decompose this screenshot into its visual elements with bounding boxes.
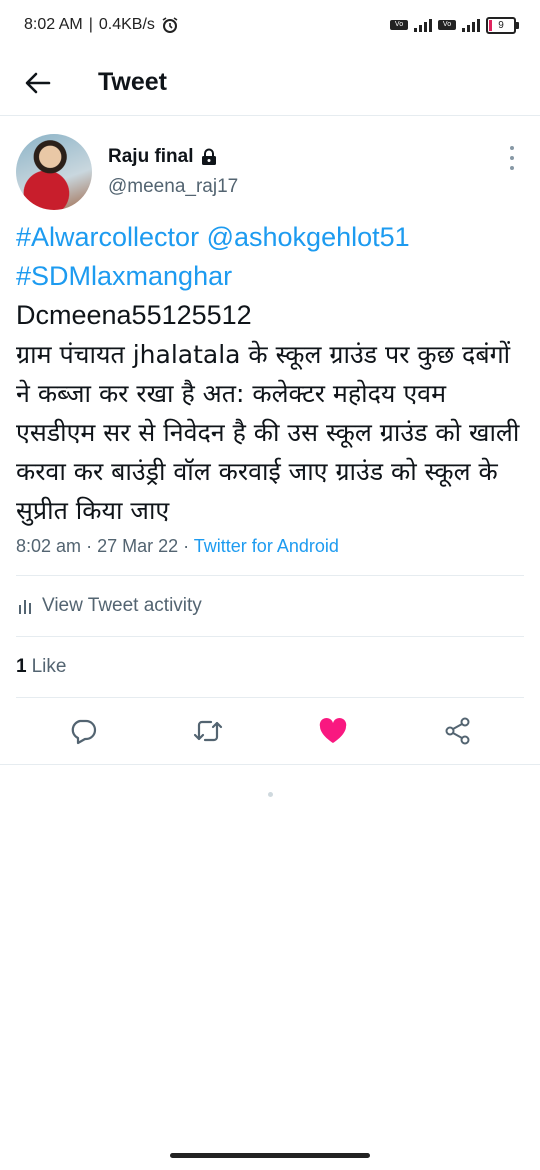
like-label: Like [31, 656, 67, 677]
hashtag-link[interactable]: #Alwarcollector [16, 222, 199, 252]
tweet-text: #Alwarcollector @ashokgehlot51 #SDMlaxma… [0, 218, 540, 530]
author-name-text: Raju final [108, 146, 194, 167]
home-indicator[interactable] [170, 1153, 370, 1158]
like-count: 1 [16, 656, 27, 677]
volte-icon: Vo [390, 20, 408, 30]
reply-icon [71, 719, 96, 745]
signal-icon [414, 18, 432, 32]
heart-icon [319, 718, 346, 743]
status-right: Vo Vo 9 [390, 16, 519, 34]
battery-icon: 9 [486, 16, 519, 34]
page-title: Tweet [98, 68, 167, 96]
alarm-icon [162, 17, 178, 33]
author-name[interactable]: Raju final [108, 146, 218, 168]
more-options-button[interactable] [506, 146, 518, 170]
tweet-line-2: #SDMlaxmanghar [16, 257, 524, 296]
tweet-actions [0, 698, 540, 764]
signal-icon-2 [462, 18, 480, 32]
top-app-bar: Tweet [0, 50, 540, 116]
tweet-source-link[interactable]: Twitter for Android [194, 536, 339, 556]
retweet-button[interactable] [186, 709, 230, 753]
status-bar: 8:02 AM | 0.4KB/s Vo Vo 9 [0, 0, 540, 50]
loading-dot [268, 792, 273, 797]
hashtag-link-2[interactable]: #SDMlaxmanghar [16, 261, 232, 291]
author-handle[interactable]: @meena_raj17 [108, 176, 238, 198]
tweet-body-hindi: ग्राम पंचायत jhalatala के स्कूल ग्राउंड … [16, 340, 520, 525]
author-row: Raju final @meena_raj17 [0, 120, 540, 210]
divider [0, 764, 540, 765]
status-time: 8:02 AM [24, 16, 83, 33]
view-tweet-activity-button[interactable]: View Tweet activity [0, 576, 540, 636]
tweet-detail: Raju final @meena_raj17 #Alwarcollector … [0, 120, 540, 765]
tweet-line-3: Dcmeena55125512 [16, 300, 252, 330]
share-button[interactable] [436, 709, 480, 753]
avatar[interactable] [16, 134, 92, 210]
battery-level: 9 [498, 19, 504, 31]
tweet-line-1: #Alwarcollector @ashokgehlot51 [16, 218, 524, 257]
activity-label: View Tweet activity [42, 595, 202, 616]
likes-count-link[interactable]: 1 Like [0, 637, 540, 697]
back-arrow-icon [25, 72, 51, 93]
share-icon [445, 717, 469, 745]
mention-link[interactable]: @ashokgehlot51 [207, 222, 410, 252]
tweet-date: 27 Mar 22 [97, 536, 179, 556]
status-left: 8:02 AM | 0.4KB/s [24, 16, 179, 34]
like-button[interactable] [311, 709, 355, 753]
retweet-icon [193, 720, 222, 742]
network-speed: 0.4KB/s [98, 16, 155, 33]
volte-icon-2: Vo [438, 20, 456, 30]
activity-bars-icon [19, 600, 31, 614]
more-vertical-icon [510, 146, 514, 150]
reply-button[interactable] [61, 709, 105, 753]
tweet-time: 8:02 am [16, 536, 82, 556]
back-button[interactable] [16, 61, 60, 105]
tweet-meta: 8:02 am · 27 Mar 22 · Twitter for Androi… [16, 536, 339, 556]
lock-icon [201, 148, 216, 165]
